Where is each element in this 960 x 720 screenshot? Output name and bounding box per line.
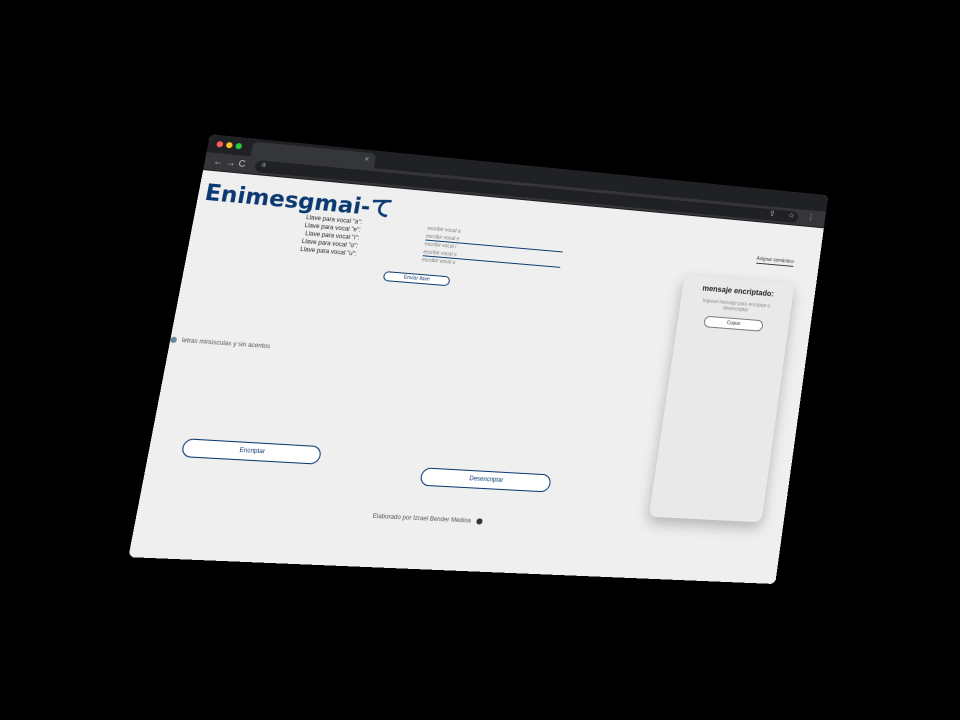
assign-link[interactable]: Asignar semántico bbox=[756, 256, 794, 267]
copy-button[interactable]: Copiar bbox=[703, 316, 763, 332]
encrypt-button[interactable]: Encriptar bbox=[181, 438, 323, 464]
tab-close-icon[interactable]: × bbox=[364, 154, 370, 163]
footer: Elaborado por Izrael Bender Medina bbox=[372, 513, 483, 525]
browser-window: × ← → C a ⇪ ☆ ⋮ Enimesgmai-て Llave para … bbox=[128, 134, 828, 584]
page-content: Enimesgmai-て Llave para vocal "a": Llave… bbox=[128, 170, 823, 584]
key-labels: Llave para vocal "a": Llave para vocal "… bbox=[273, 212, 363, 259]
hint-row: letras minúsculas y sin acentos bbox=[170, 337, 271, 351]
close-window-icon[interactable] bbox=[216, 141, 223, 148]
send-key-button[interactable]: Enviar llave bbox=[383, 271, 451, 286]
result-text: Ingrese mensaje para encriptar o desencr… bbox=[680, 296, 792, 316]
back-icon[interactable]: ← bbox=[212, 156, 223, 167]
lock-icon: a bbox=[261, 162, 266, 169]
key-inputs: escribir vocal a escribir vocal e escrib… bbox=[421, 225, 565, 276]
stage: × ← → C a ⇪ ☆ ⋮ Enimesgmai-て Llave para … bbox=[0, 0, 960, 720]
minimize-window-icon[interactable] bbox=[226, 142, 233, 149]
info-icon bbox=[170, 337, 178, 344]
footer-text: Elaborado por Izrael Bender Medina bbox=[372, 514, 471, 525]
reload-icon[interactable]: C bbox=[238, 158, 247, 169]
hint-text: letras minúsculas y sin acentos bbox=[181, 338, 270, 350]
result-panel: mensaje encriptado: Ingrese mensaje para… bbox=[649, 275, 795, 523]
github-icon[interactable] bbox=[476, 518, 483, 524]
decrypt-button[interactable]: Desencriptar bbox=[419, 467, 552, 492]
maximize-window-icon[interactable] bbox=[235, 143, 242, 150]
forward-icon[interactable]: → bbox=[225, 157, 236, 168]
